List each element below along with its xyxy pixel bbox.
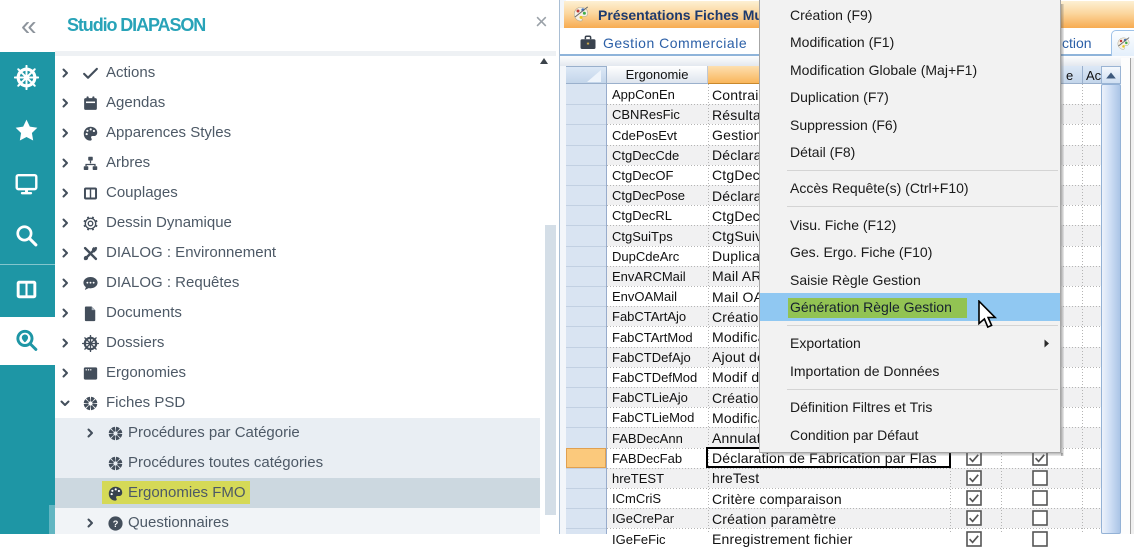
svg-text:?: ? xyxy=(113,519,119,529)
